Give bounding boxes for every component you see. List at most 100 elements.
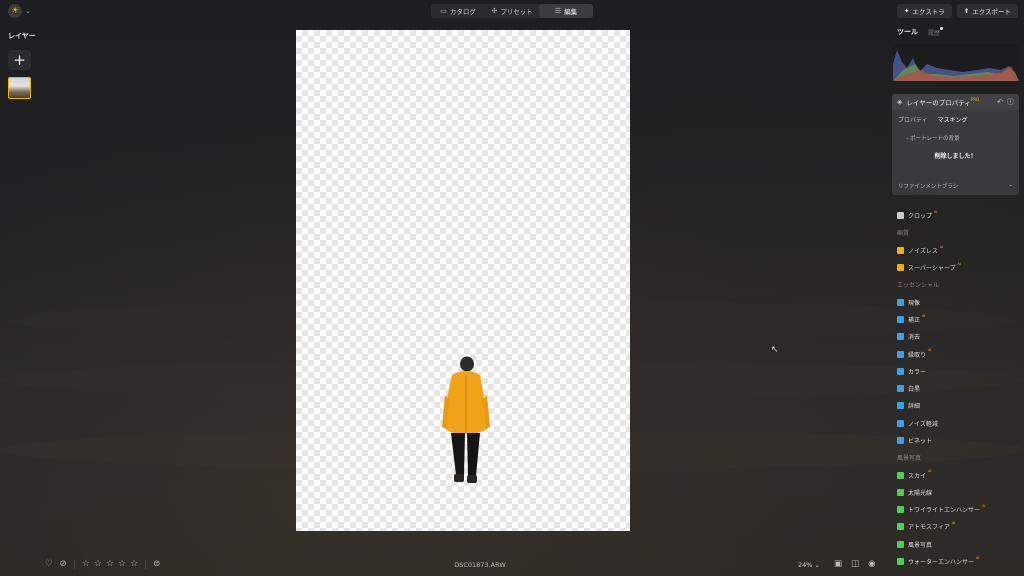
tool-label: 白黒 bbox=[908, 386, 921, 394]
tool-label: アトモスフィア bbox=[908, 524, 950, 532]
back-link[interactable]: ‹ ポートレートの背景 bbox=[892, 129, 1019, 147]
image-canvas[interactable] bbox=[296, 30, 630, 531]
ai-badge: AI bbox=[928, 348, 932, 353]
top-right-actions: ✦ エクストラ ⬆ エクスポート bbox=[896, 4, 1018, 18]
subtab-masking[interactable]: マスキング bbox=[938, 115, 968, 124]
top-bar: ☀ ⌄ ▭ カタログ ✣ プリセット ☰ 編集 ✦ エクストラ ⬆ エクスポート bbox=[0, 0, 1024, 22]
tab-presets[interactable]: ✣ プリセット bbox=[485, 4, 539, 18]
ai-badge: AI bbox=[934, 210, 938, 214]
add-layer-button[interactable]: + bbox=[8, 50, 31, 70]
extra-button[interactable]: ✦ エクストラ bbox=[896, 4, 952, 18]
star-icon[interactable]: ☆ bbox=[82, 559, 90, 569]
tool-icon bbox=[897, 558, 904, 566]
tool-icon bbox=[897, 315, 904, 323]
tool-label: スカイ bbox=[908, 472, 927, 480]
tool-label: 補正 bbox=[908, 316, 921, 324]
star-icon[interactable]: ☆ bbox=[94, 559, 102, 569]
tool-item[interactable]: 風景写真 bbox=[897, 536, 1019, 553]
tool-label: 画質 bbox=[897, 230, 910, 238]
tool-icon bbox=[897, 540, 904, 548]
layer-thumbnail[interactable] bbox=[8, 77, 31, 99]
eye-icon[interactable]: ◉ bbox=[868, 559, 875, 569]
info-icon[interactable]: ⓘ bbox=[1007, 97, 1014, 107]
subtab-properties[interactable]: プロパティ bbox=[898, 115, 928, 124]
zoom-dropdown[interactable]: 24% ⌄ bbox=[798, 561, 820, 569]
tool-item[interactable]: 太陽光線 bbox=[897, 484, 1019, 501]
tool-label: ビネット bbox=[908, 438, 933, 445]
tool-item[interactable]: ウォーターエンハンサー AI bbox=[897, 553, 1019, 570]
tab-history[interactable]: 履歴 bbox=[928, 28, 940, 37]
tool-label: ノイズ軽減 bbox=[908, 420, 938, 428]
layers-title: レイヤー bbox=[8, 32, 36, 40]
status-message: 削除しました！ bbox=[934, 153, 977, 160]
tool-item[interactable]: 補正 AI bbox=[897, 311, 1019, 328]
tab-edit-label: 編集 bbox=[564, 8, 578, 16]
tool-item[interactable]: アトモスフィア AI bbox=[897, 518, 1019, 535]
edit-icon: ☰ bbox=[554, 7, 562, 15]
tab-tools[interactable]: ツール bbox=[897, 27, 918, 37]
tool-label: 現像 bbox=[908, 299, 921, 307]
tool-label: 風景写真 bbox=[908, 541, 933, 549]
ai-badge: AI bbox=[957, 261, 961, 266]
tool-icon bbox=[897, 402, 904, 410]
tool-section-header: 画質 bbox=[897, 224, 1019, 241]
mouse-cursor-icon: ↖ bbox=[771, 345, 779, 355]
ai-badge: AI bbox=[939, 244, 944, 249]
tool-item[interactable]: 白黒 bbox=[897, 380, 1019, 397]
image-view-icon[interactable]: ▣ bbox=[834, 559, 842, 569]
export-icon: ⬆ bbox=[963, 7, 970, 15]
rating-tools: ♡ ⊘ ☆ ☆ ☆ ☆ ☆ ⊜ bbox=[45, 559, 160, 569]
tool-item[interactable]: カラー bbox=[897, 363, 1019, 380]
tool-item[interactable]: ビネット bbox=[897, 432, 1019, 449]
bottom-bar: ♡ ⊘ ☆ ☆ ☆ ☆ ☆ ⊜ DSC01873.ARW 24% ⌄ ▣ ◫ ◉ bbox=[0, 556, 1024, 576]
tool-label: スーパーシャープ bbox=[908, 265, 956, 273]
reject-icon[interactable]: ⊘ bbox=[60, 559, 67, 569]
tool-item[interactable]: 消去 bbox=[897, 328, 1019, 345]
heart-icon[interactable]: ♡ bbox=[45, 559, 53, 569]
ai-badge: AI bbox=[982, 504, 986, 509]
chevron-down-icon: ⌄ bbox=[1008, 182, 1013, 188]
tool-item[interactable]: ノイズレス AI bbox=[897, 242, 1019, 259]
undo-icon[interactable]: ↶ bbox=[997, 98, 1003, 106]
tool-icon bbox=[897, 523, 904, 531]
refinement-brush-row[interactable]: リファインメントブラシ ⌄ bbox=[898, 182, 1013, 190]
tool-item[interactable]: スカイ AI bbox=[897, 466, 1019, 483]
ai-badge: AI bbox=[951, 521, 956, 526]
app-menu[interactable]: ☀ ⌄ bbox=[8, 4, 31, 18]
tool-icon bbox=[897, 419, 904, 427]
tool-icon bbox=[897, 367, 904, 375]
tool-icon bbox=[897, 246, 904, 254]
tool-item[interactable]: ノイズ軽減 bbox=[897, 415, 1019, 432]
tool-item[interactable]: 詳細 bbox=[897, 397, 1019, 414]
tool-icon bbox=[897, 298, 904, 306]
separator bbox=[145, 559, 147, 569]
tab-catalog[interactable]: ▭ カタログ bbox=[431, 4, 485, 18]
tool-icon bbox=[897, 488, 904, 496]
tool-label: カラー bbox=[908, 368, 927, 376]
tool-list: クロップ AI 画質 ノイズレス AI スーパーシャープ AI エッセンシャル 現像 補正 AI 消去… bbox=[897, 207, 1019, 570]
tool-label: ノイズレス bbox=[908, 247, 938, 255]
star-icon[interactable]: ☆ bbox=[106, 559, 114, 569]
color-label-icon[interactable]: ⊜ bbox=[153, 559, 160, 569]
export-button[interactable]: ⬆ エクスポート bbox=[956, 4, 1018, 18]
chevron-down-icon: ⌄ bbox=[25, 7, 31, 15]
mode-tabs: ▭ カタログ ✣ プリセット ☰ 編集 bbox=[431, 4, 593, 18]
tab-edit[interactable]: ☰ 編集 bbox=[539, 4, 593, 18]
tool-item[interactable]: 縁取り AI bbox=[897, 345, 1019, 362]
star-icon[interactable]: ☆ bbox=[130, 559, 138, 569]
star-rating: ☆ ☆ ☆ ☆ ☆ bbox=[82, 559, 138, 569]
tool-item[interactable]: クロップ AI bbox=[897, 207, 1019, 224]
file-name: DSC01873.ARW bbox=[454, 561, 506, 569]
star-icon[interactable]: ☆ bbox=[118, 559, 126, 569]
tool-item[interactable]: 現像 bbox=[897, 293, 1019, 310]
refinement-brush-label: リファインメントブラシ bbox=[898, 184, 959, 190]
tool-item[interactable]: スーパーシャープ AI bbox=[897, 259, 1019, 276]
tool-item[interactable]: トワイライトエンハンサー AI bbox=[897, 501, 1019, 518]
sparkle-icon: ✦ bbox=[903, 7, 910, 15]
tool-label: 詳細 bbox=[908, 403, 921, 411]
tool-section-header: エッセンシャル bbox=[897, 276, 1019, 293]
tab-catalog-label: カタログ bbox=[449, 8, 476, 16]
ai-badge: AI bbox=[928, 469, 932, 474]
tool-label: 消去 bbox=[908, 334, 921, 342]
compare-icon[interactable]: ◫ bbox=[851, 559, 859, 569]
